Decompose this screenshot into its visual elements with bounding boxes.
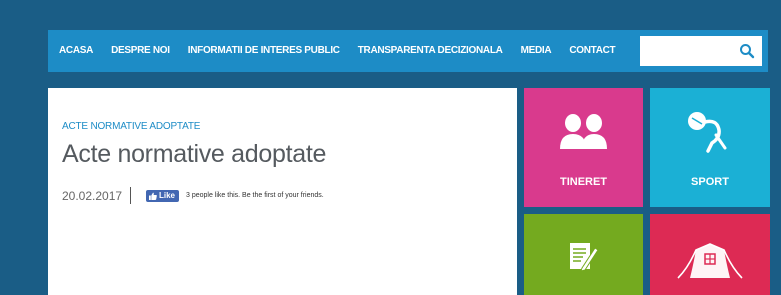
facebook-like-button[interactable]: Like bbox=[146, 190, 180, 202]
meta-divider bbox=[130, 187, 131, 204]
nav-item-contact[interactable]: CONTACT bbox=[560, 30, 624, 72]
search-input[interactable] bbox=[640, 36, 736, 66]
top-navbar: ACASA DESPRE NOI INFORMATII DE INTERES P… bbox=[48, 30, 768, 72]
nav-item-informatii-de-interes-public[interactable]: INFORMATII DE INTERES PUBLIC bbox=[179, 30, 349, 72]
nav-item-transparenta-decizionala[interactable]: TRANSPARENTA DECIZIONALA bbox=[349, 30, 512, 72]
people-icon bbox=[560, 114, 607, 149]
like-count-text: 3 people like this. Be the first of your… bbox=[186, 192, 324, 199]
article-panel: ACTE NORMATIVE ADOPTATE Acte normative a… bbox=[48, 88, 517, 295]
post-date: 20.02.2017 bbox=[62, 189, 123, 203]
nav-item-media[interactable]: MEDIA bbox=[512, 30, 561, 72]
tile-tineret[interactable]: TINERET bbox=[524, 88, 643, 207]
tile-documents[interactable] bbox=[524, 214, 643, 295]
thumbs-up-icon bbox=[149, 192, 157, 200]
tile-camping[interactable] bbox=[650, 214, 770, 295]
document-icon bbox=[570, 243, 599, 272]
tile-label-sport: SPORT bbox=[691, 176, 729, 188]
runner-icon bbox=[688, 112, 727, 153]
breadcrumb[interactable]: ACTE NORMATIVE ADOPTATE bbox=[62, 121, 200, 132]
tent-icon bbox=[677, 243, 743, 279]
nav-item-acasa[interactable]: ACASA bbox=[48, 30, 102, 72]
like-label: Like bbox=[159, 191, 176, 200]
search-icon[interactable] bbox=[739, 43, 755, 59]
search-box bbox=[640, 36, 762, 66]
tile-sport[interactable]: SPORT bbox=[650, 88, 770, 207]
tile-label-tineret: TINERET bbox=[559, 176, 608, 188]
page-title: Acte normative adoptate bbox=[62, 140, 327, 168]
nav-item-despre-noi[interactable]: DESPRE NOI bbox=[102, 30, 179, 72]
nav-menu: ACASA DESPRE NOI INFORMATII DE INTERES P… bbox=[48, 30, 624, 72]
